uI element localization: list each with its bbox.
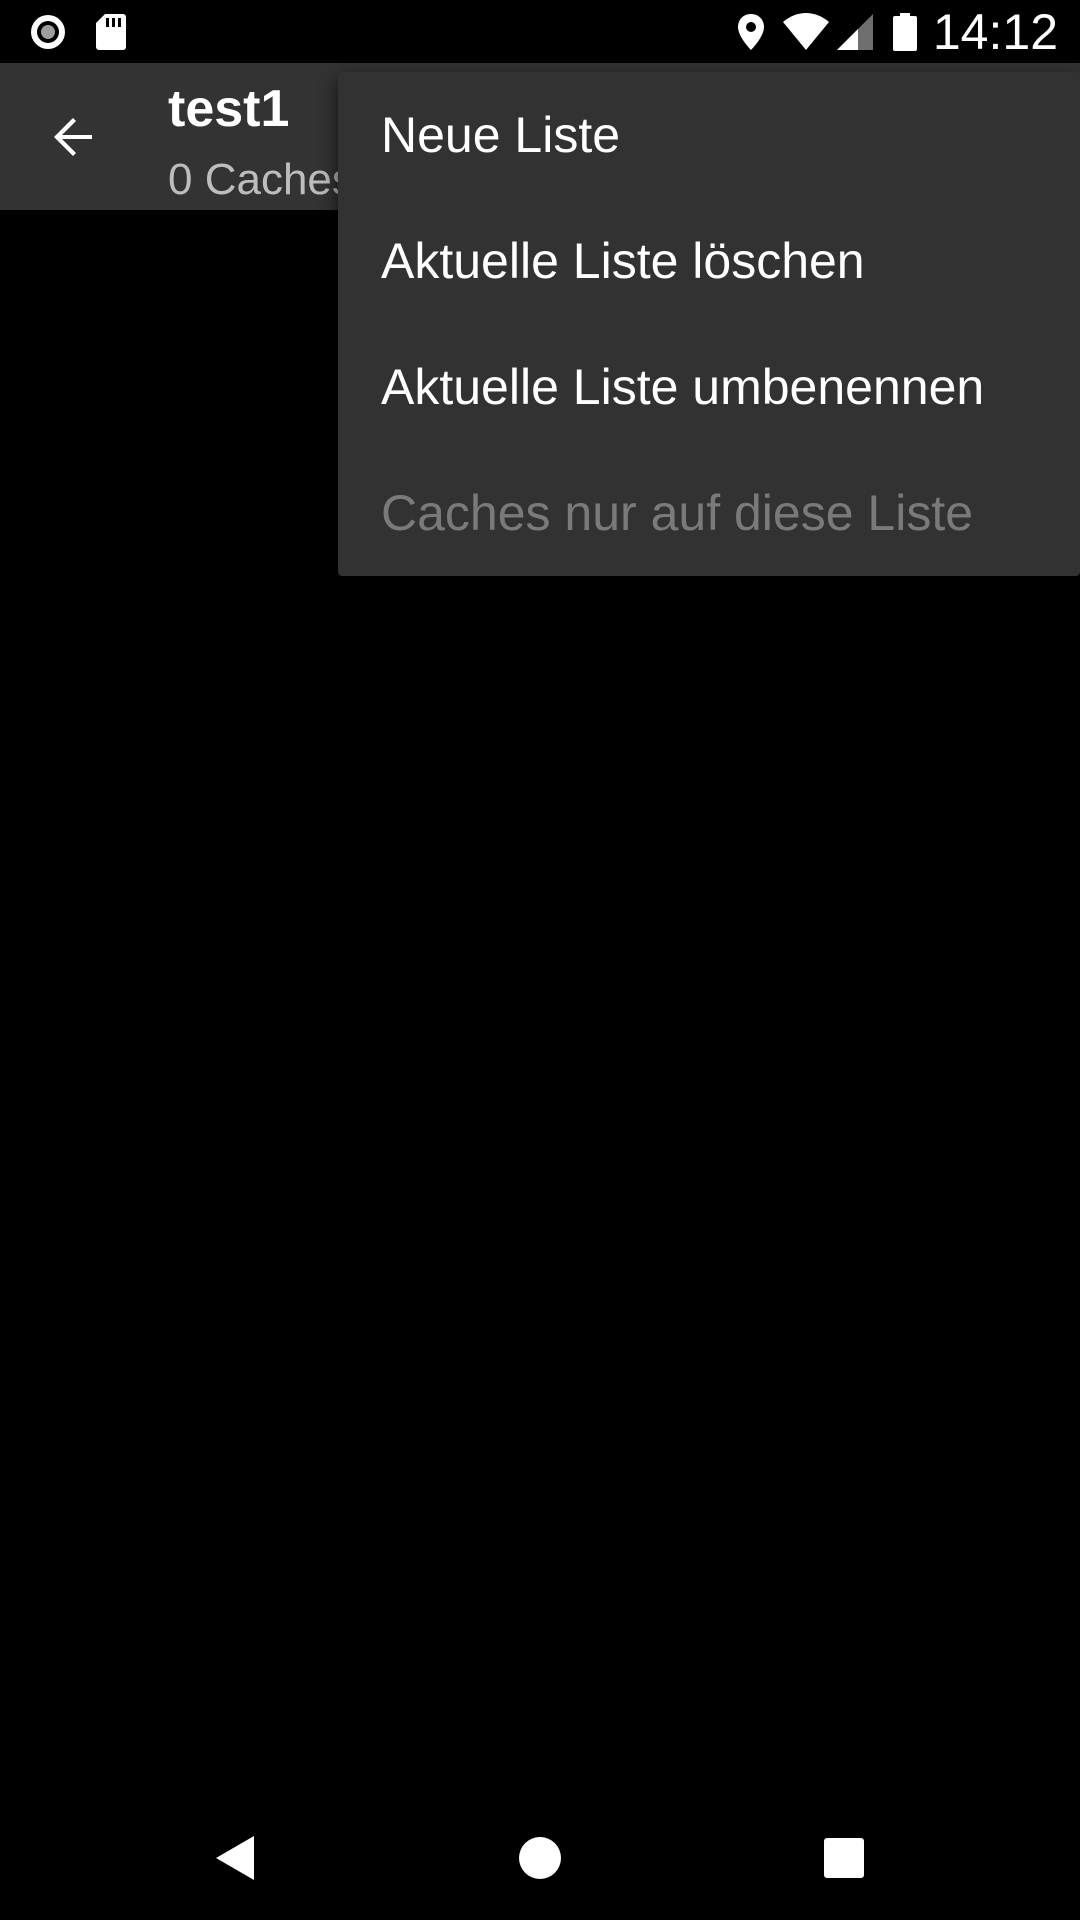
nav-home-button[interactable]: [470, 1800, 610, 1920]
nav-back-icon: [214, 1834, 258, 1887]
cell-signal-icon: [836, 12, 874, 52]
nav-recents-icon: [823, 1837, 865, 1884]
record-icon: [28, 12, 68, 52]
status-clock: 14:12: [932, 4, 1058, 60]
battery-icon: [892, 12, 918, 52]
nav-home-icon: [518, 1836, 562, 1885]
nav-back-button[interactable]: [166, 1800, 306, 1920]
status-bar: 14:12: [0, 0, 1080, 63]
back-button[interactable]: [34, 99, 114, 179]
arrow-back-icon: [50, 113, 98, 166]
content-area: [0, 210, 1080, 1800]
page-subtitle: 0 Caches: [168, 155, 354, 204]
wifi-icon: [782, 12, 830, 52]
menu-item-label: Neue Liste: [381, 107, 621, 163]
location-icon: [736, 12, 766, 52]
screen: 14:12 test1 0 Caches Neue Liste Aktuelle…: [0, 0, 1080, 1920]
menu-item-new-list[interactable]: Neue Liste: [338, 72, 1080, 198]
page-title: test1: [168, 80, 290, 138]
sd-card-icon: [94, 12, 128, 52]
nav-recents-button[interactable]: [774, 1800, 914, 1920]
navigation-bar: [0, 1800, 1080, 1920]
